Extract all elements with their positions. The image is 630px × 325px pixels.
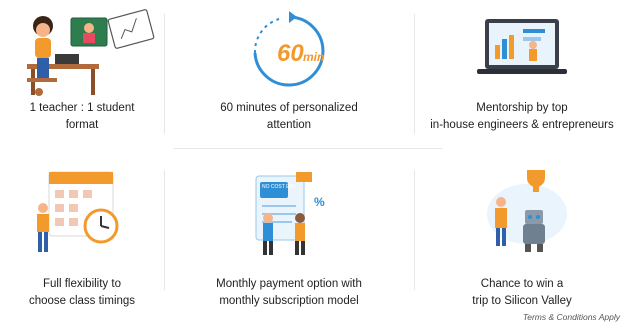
- feature-label-line2: in-house engineers & entrepreneurs: [430, 119, 614, 131]
- sixty-min-timer-icon: 60 min: [164, 6, 414, 98]
- feature-label-line2: format: [65, 119, 99, 131]
- divider: [174, 148, 442, 149]
- divider: [164, 14, 165, 134]
- feature-mentorship: Mentorship by top in-house engineers & e…: [414, 0, 630, 148]
- feature-label-line2: choose class timings: [28, 295, 136, 307]
- teacher-student-icon: [0, 6, 164, 98]
- timer-unit: min: [303, 50, 324, 64]
- divider: [164, 170, 165, 290]
- calendar-clock-icon: [0, 160, 164, 264]
- feature-label-line1: 60 minutes of personalized: [220, 102, 358, 114]
- emi-badge: NO COST EMI: [262, 184, 295, 190]
- feature-label-line2: monthly subscription model: [219, 295, 359, 307]
- feature-60-minutes: 60 min 60 minutes of personalized attent…: [164, 0, 414, 148]
- features-grid: 1 teacher : 1 student format 60 min 60 m…: [0, 0, 630, 310]
- feature-silicon-valley: Chance to win a trip to Silicon Valley: [414, 148, 630, 310]
- trophy-robot-icon: [414, 160, 630, 264]
- timer-number: 60: [277, 40, 304, 67]
- feature-label-line1: Chance to win a: [480, 278, 564, 290]
- feature-label-line1: 1 teacher : 1 student: [29, 102, 135, 114]
- feature-one-on-one: 1 teacher : 1 student format: [0, 0, 164, 148]
- percent-sign: %: [314, 195, 325, 209]
- feature-monthly-payment: NO COST EMI % Monthly payment option wit…: [164, 148, 414, 310]
- divider: [414, 14, 415, 134]
- feature-flexibility: Full flexibility to choose class timings: [0, 148, 164, 310]
- mentorship-icon: [414, 6, 630, 98]
- feature-label-line1: Mentorship by top: [476, 102, 568, 114]
- terms-note: Terms & Conditions Apply: [522, 312, 620, 322]
- feature-label-line2: trip to Silicon Valley: [472, 295, 572, 307]
- divider: [414, 170, 415, 290]
- feature-label-line1: Full flexibility to: [43, 278, 121, 290]
- emi-payment-icon: NO COST EMI %: [164, 160, 414, 264]
- feature-label-line1: Monthly payment option with: [216, 278, 362, 290]
- feature-label-line2: attention: [266, 119, 312, 131]
